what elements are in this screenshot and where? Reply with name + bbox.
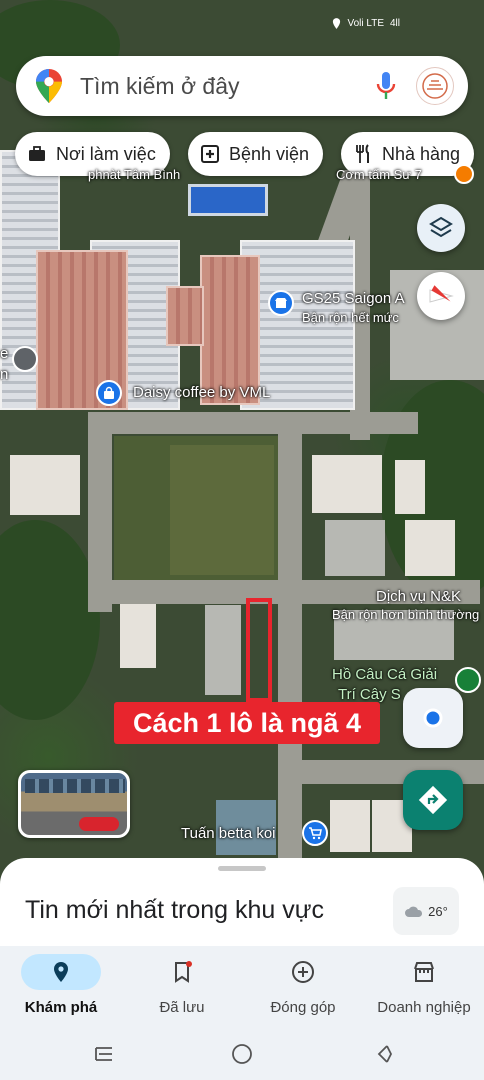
nav-contribute[interactable]: Đóng góp bbox=[262, 946, 344, 1028]
restaurant-poi-icon[interactable] bbox=[454, 164, 474, 184]
directions-button[interactable] bbox=[403, 770, 463, 830]
nav-business[interactable]: Doanh nghiệp bbox=[370, 946, 478, 1028]
nav-label: Đã lưu bbox=[159, 999, 205, 1016]
street-view-thumbnail[interactable] bbox=[18, 770, 130, 838]
chip-label: Nhà hàng bbox=[382, 143, 461, 164]
store-icon bbox=[275, 298, 287, 308]
saved-bookmark-icon bbox=[175, 961, 192, 983]
compass-icon bbox=[429, 285, 454, 303]
contribute-plus-icon bbox=[292, 961, 314, 983]
temperature: 26° bbox=[428, 903, 448, 919]
shopping-cart-icon bbox=[309, 827, 322, 840]
explore-pin-icon bbox=[54, 962, 68, 982]
hospital-icon bbox=[201, 145, 219, 163]
map-label-dichvu-status: Bận rộn hơn bình thường bbox=[332, 607, 480, 622]
map-label-daisy[interactable]: Daisy coffee by VML bbox=[133, 384, 270, 401]
map-label-edge: e bbox=[0, 345, 9, 362]
sheet-drag-handle[interactable] bbox=[218, 866, 266, 871]
nav-label: Đóng góp bbox=[270, 999, 336, 1016]
house bbox=[120, 604, 156, 668]
nav-pill bbox=[263, 954, 343, 990]
cloud-icon bbox=[405, 906, 423, 917]
weather-chip[interactable]: 26° bbox=[393, 887, 459, 935]
profile-avatar[interactable] bbox=[416, 67, 454, 105]
place-poi-icon[interactable] bbox=[12, 346, 38, 372]
tree-cluster bbox=[0, 520, 100, 720]
nav-pill bbox=[142, 954, 222, 990]
chip-hospital[interactable]: Bệnh viện bbox=[188, 132, 324, 176]
cafe-poi-icon[interactable] bbox=[96, 380, 122, 406]
annotation-banner: Cách 1 lô là ngã 4 bbox=[114, 702, 380, 744]
chip-label: Bệnh viện bbox=[229, 143, 310, 164]
shopping-bag-icon bbox=[104, 386, 114, 399]
nav-label: Doanh nghiệp bbox=[377, 999, 471, 1016]
compass-button[interactable] bbox=[417, 272, 465, 320]
map-label-dichvu[interactable]: Dịch vụ N&K bbox=[376, 588, 461, 605]
map-label-hocau-2: Trí Cây S bbox=[338, 686, 401, 703]
map-label-tuan[interactable]: Tuấn betta koi bbox=[181, 825, 276, 842]
nav-pill bbox=[384, 954, 464, 990]
map-label-gs25[interactable]: GS25 Saigon A bbox=[302, 290, 405, 307]
signal-indicator: 4ll bbox=[389, 18, 400, 29]
restaurant-icon bbox=[356, 144, 369, 163]
shopping-poi-icon[interactable] bbox=[302, 820, 328, 846]
map-label-edge: n bbox=[0, 366, 9, 383]
house bbox=[395, 460, 425, 514]
directions-icon bbox=[418, 785, 448, 815]
network-indicator: Voli LTE bbox=[347, 18, 384, 29]
house bbox=[312, 455, 382, 513]
google-maps-pin-icon bbox=[36, 69, 62, 103]
business-store-icon bbox=[414, 962, 434, 982]
location-status-icon bbox=[333, 18, 341, 29]
recent-apps-icon[interactable] bbox=[92, 1042, 116, 1066]
sheet-title: Tin mới nhất trong khu vực bbox=[25, 896, 324, 924]
search-bar[interactable]: Tìm kiếm ở đây bbox=[16, 56, 468, 116]
avatar-logo-icon bbox=[422, 73, 448, 99]
road bbox=[278, 412, 302, 862]
chip-label: Nơi làm việc bbox=[56, 143, 156, 164]
house bbox=[330, 800, 370, 852]
building bbox=[166, 286, 204, 346]
back-icon[interactable] bbox=[372, 1042, 396, 1066]
layers-icon bbox=[429, 216, 453, 238]
status-bar: Voli LTE 4ll bbox=[332, 18, 400, 29]
house bbox=[405, 520, 455, 576]
map-label[interactable]: phnàt Tâm Bình bbox=[88, 167, 180, 182]
nav-label: Khám phá bbox=[24, 999, 98, 1016]
my-location-icon bbox=[423, 708, 443, 728]
my-location-button[interactable] bbox=[403, 688, 463, 748]
vacant-lot bbox=[170, 445, 274, 575]
map-label-gs25-status: Bận rộn hết mức bbox=[302, 310, 399, 325]
home-icon[interactable] bbox=[230, 1042, 254, 1066]
highlighted-lot-outline bbox=[246, 598, 272, 702]
building bbox=[200, 255, 260, 405]
microphone-icon[interactable] bbox=[376, 71, 396, 101]
search-input[interactable]: Tìm kiếm ở đây bbox=[80, 73, 376, 100]
house bbox=[325, 520, 385, 576]
store-poi-icon[interactable] bbox=[268, 290, 294, 316]
layers-button[interactable] bbox=[417, 204, 465, 252]
swimming-pool bbox=[188, 184, 268, 216]
briefcase-icon bbox=[29, 146, 45, 161]
nav-saved[interactable]: Đã lưu bbox=[141, 946, 223, 1028]
nav-pill bbox=[21, 954, 101, 990]
car-shape bbox=[79, 817, 119, 831]
building-facade bbox=[25, 779, 125, 793]
map-label[interactable]: Cơm tấm Sư 7 bbox=[336, 167, 422, 182]
house bbox=[10, 455, 80, 515]
house bbox=[205, 605, 241, 695]
recreation-poi-icon[interactable] bbox=[455, 667, 481, 693]
nav-explore[interactable]: Khám phá bbox=[20, 946, 102, 1028]
map-label-hocau[interactable]: Hồ Câu Cá Giải bbox=[332, 666, 437, 683]
